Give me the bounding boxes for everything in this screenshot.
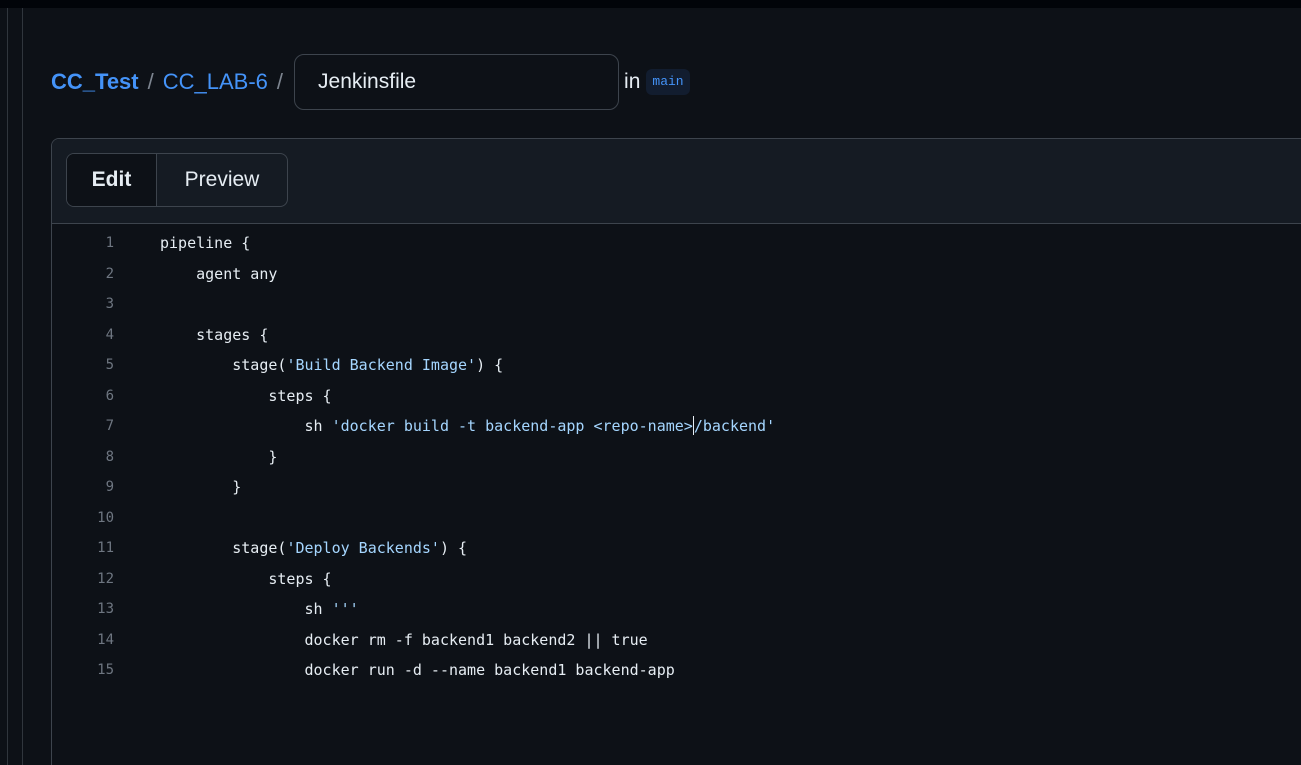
code-token: steps { (160, 569, 332, 588)
line-text: } (160, 472, 241, 503)
line-number: 10 (97, 509, 114, 526)
branch-in-label: in (624, 70, 641, 93)
breadcrumb-repo-link[interactable]: CC_LAB-6 (163, 69, 268, 95)
line-number: 2 (105, 265, 114, 282)
code-token: steps { (160, 386, 332, 405)
code-token: stage( (160, 356, 287, 374)
code-line: 7 sh 'docker build -t backend-app <repo-… (52, 411, 1301, 442)
editor-tabs: Edit Preview (66, 153, 288, 207)
code-token: agent any (160, 264, 278, 283)
line-number: 12 (97, 570, 114, 587)
code-line: 15 docker run -d --name backend1 backend… (52, 655, 1301, 686)
tab-preview[interactable]: Preview (157, 154, 287, 206)
code-line: 13 sh ''' (52, 594, 1301, 625)
line-text: sh ''' (160, 594, 359, 625)
line-text: docker rm -f backend1 backend2 || true (160, 625, 648, 656)
breadcrumb-separator: / (276, 69, 284, 94)
string-literal: 'Build Backend Image' (286, 356, 477, 374)
code-token: stages { (160, 325, 269, 344)
line-number: 9 (105, 479, 114, 495)
code-line: 5 stage('Build Backend Image') { (52, 350, 1301, 381)
editor-header: Edit Preview (52, 139, 1301, 224)
code-line: 1 pipeline { (52, 228, 1301, 259)
line-text: stages { (160, 320, 268, 351)
breadcrumb-separator: / (147, 69, 154, 94)
code-line: 14 docker rm -f backend1 backend2 || tru… (52, 625, 1301, 656)
breadcrumb-owner-link[interactable]: CC_Test (51, 69, 139, 95)
line-text: agent any (160, 259, 277, 290)
filename-input[interactable] (294, 54, 620, 110)
line-number: 6 (105, 387, 114, 404)
line-number: 8 (105, 448, 114, 465)
code-line: 8 } (52, 442, 1301, 473)
line-number: 14 (97, 631, 114, 648)
code-token: stage( (160, 539, 287, 557)
line-text: pipeline { (160, 228, 250, 259)
line-number: 13 (97, 601, 114, 617)
code-line: 9 } (52, 472, 1301, 503)
string-literal: ''' (331, 600, 359, 618)
line-number: 3 (105, 296, 114, 312)
code-token: } (160, 447, 278, 466)
line-text: docker run -d --name backend1 backend-ap… (160, 655, 675, 686)
code-line: 2 agent any (52, 259, 1301, 290)
code-token: sh (160, 417, 332, 435)
code-token: pipeline { (160, 234, 251, 252)
line-number: 7 (105, 418, 114, 434)
line-number: 4 (105, 326, 114, 343)
code-token: sh (160, 600, 332, 618)
tab-edit[interactable]: Edit (67, 154, 157, 206)
line-text: steps { (160, 564, 332, 595)
line-number: 15 (97, 662, 114, 678)
line-text: } (160, 442, 277, 473)
code-line: 10 (52, 503, 1301, 534)
code-token: } (160, 478, 242, 496)
left-panel-divider (7, 8, 8, 765)
window-top-strip (0, 0, 1301, 8)
code-token: ) { (439, 539, 468, 557)
branch-badge[interactable]: main (646, 69, 690, 95)
string-literal: /backend' (693, 417, 776, 435)
left-panel-edge (0, 8, 23, 765)
breadcrumb: CC_Test / CC_LAB-6 / in main (51, 54, 690, 110)
string-literal: 'docker build -t backend-app <repo-name> (331, 417, 693, 435)
line-number: 1 (105, 235, 114, 251)
code-line: 4 stages { (52, 320, 1301, 351)
line-text: stage('Deploy Backends') { (160, 533, 467, 564)
code-line: 11 stage('Deploy Backends') { (52, 533, 1301, 564)
code-editor: Edit Preview 1 pipeline { 2 agent any 3 4 st… (51, 138, 1301, 765)
code-token: docker rm -f backend1 backend2 || true (160, 630, 648, 649)
code-area[interactable]: 1 pipeline {2 agent any 3 4 stages {5 stage… (52, 224, 1301, 686)
code-token: docker run -d --name backend1 backend-ap… (160, 661, 675, 679)
line-number: 11 (97, 540, 114, 556)
code-line: 6 steps { (52, 381, 1301, 412)
code-line: 12 steps { (52, 564, 1301, 595)
line-text: steps { (160, 381, 332, 412)
code-token: ) { (476, 356, 504, 374)
string-literal: 'Deploy Backends' (286, 539, 440, 557)
line-text: stage('Build Backend Image') { (160, 350, 503, 381)
line-text: sh 'docker build -t backend-app <repo-na… (160, 411, 775, 442)
code-line: 3 (52, 289, 1301, 320)
line-number: 5 (105, 357, 114, 373)
